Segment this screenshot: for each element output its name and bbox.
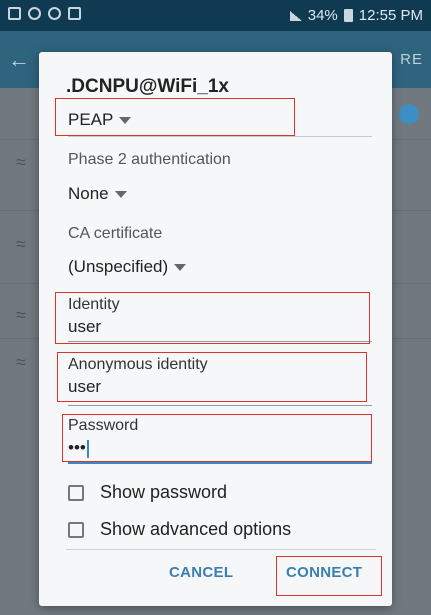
wifi-signal-icon: ≈ [16,352,26,372]
show-advanced-checkbox[interactable] [68,521,84,538]
wifi-signal-icon: ≈ [16,234,26,254]
eap-method-dropdown[interactable]: PEAP [68,110,132,130]
identity-label: Identity [68,296,120,313]
status-bar: 34% 12:55 PM [0,0,431,31]
text-cursor [86,439,89,458]
wifi-config-dialog: .DCNPU@WiFi_1x PEAP Phase 2 authenticati… [39,52,392,606]
show-advanced-row[interactable]: Show advanced options [68,519,291,540]
usb-icon [28,7,41,20]
phase2-label: Phase 2 authentication [68,151,231,168]
ca-certificate-label: CA certificate [68,225,163,242]
dialog-button-divider [66,549,376,550]
ca-certificate-dropdown[interactable]: (Unspecified) [68,257,187,277]
show-password-label: Show password [100,482,228,502]
phase2-value: None [68,184,109,203]
dropdown-arrow-icon [119,116,132,124]
password-mask: ••• [68,438,86,457]
eap-method-value: PEAP [68,110,114,129]
password-label: Password [68,417,139,434]
dropdown-arrow-icon [114,190,127,198]
anonymous-identity-input[interactable]: user [68,377,372,397]
battery-percent: 34% [307,7,338,24]
cancel-button[interactable]: CANCEL [169,564,233,581]
identity-input[interactable]: user [68,317,372,337]
identity-field[interactable]: Identity user [68,296,372,337]
screenshot-icon [8,7,21,20]
password-input[interactable]: ••• [68,438,372,458]
wifi-toggle [399,104,419,124]
phase2-dropdown[interactable]: None [68,184,127,204]
status-indicators: 34% 12:55 PM [289,7,423,24]
show-advanced-label: Show advanced options [100,519,292,539]
app-bar-action[interactable]: RE [400,51,423,68]
chat-icon [48,7,61,20]
eap-method-underline [68,136,372,137]
notification-icons [8,7,81,20]
anonymous-identity-field[interactable]: Anonymous identity user [68,356,372,397]
wifi-signal-icon: ≈ [16,152,26,172]
dialog-title: .DCNPU@WiFi_1x [66,76,229,97]
back-arrow-icon[interactable]: ← [8,47,30,73]
connect-button[interactable]: CONNECT [286,564,362,581]
password-underline [68,462,372,464]
facebook-icon [68,7,81,20]
show-password-checkbox[interactable] [68,484,84,501]
show-password-row[interactable]: Show password [68,482,227,503]
password-field[interactable]: Password ••• [68,417,372,458]
battery-icon [343,9,353,22]
identity-underline [68,341,372,342]
anonymous-identity-label: Anonymous identity [68,356,208,373]
signal-icon [289,10,302,21]
dropdown-arrow-icon [174,263,187,271]
ca-certificate-value: (Unspecified) [68,257,169,276]
clock: 12:55 PM [358,7,423,24]
anonymous-identity-underline [68,405,372,406]
wifi-signal-icon: ≈ [16,305,26,325]
